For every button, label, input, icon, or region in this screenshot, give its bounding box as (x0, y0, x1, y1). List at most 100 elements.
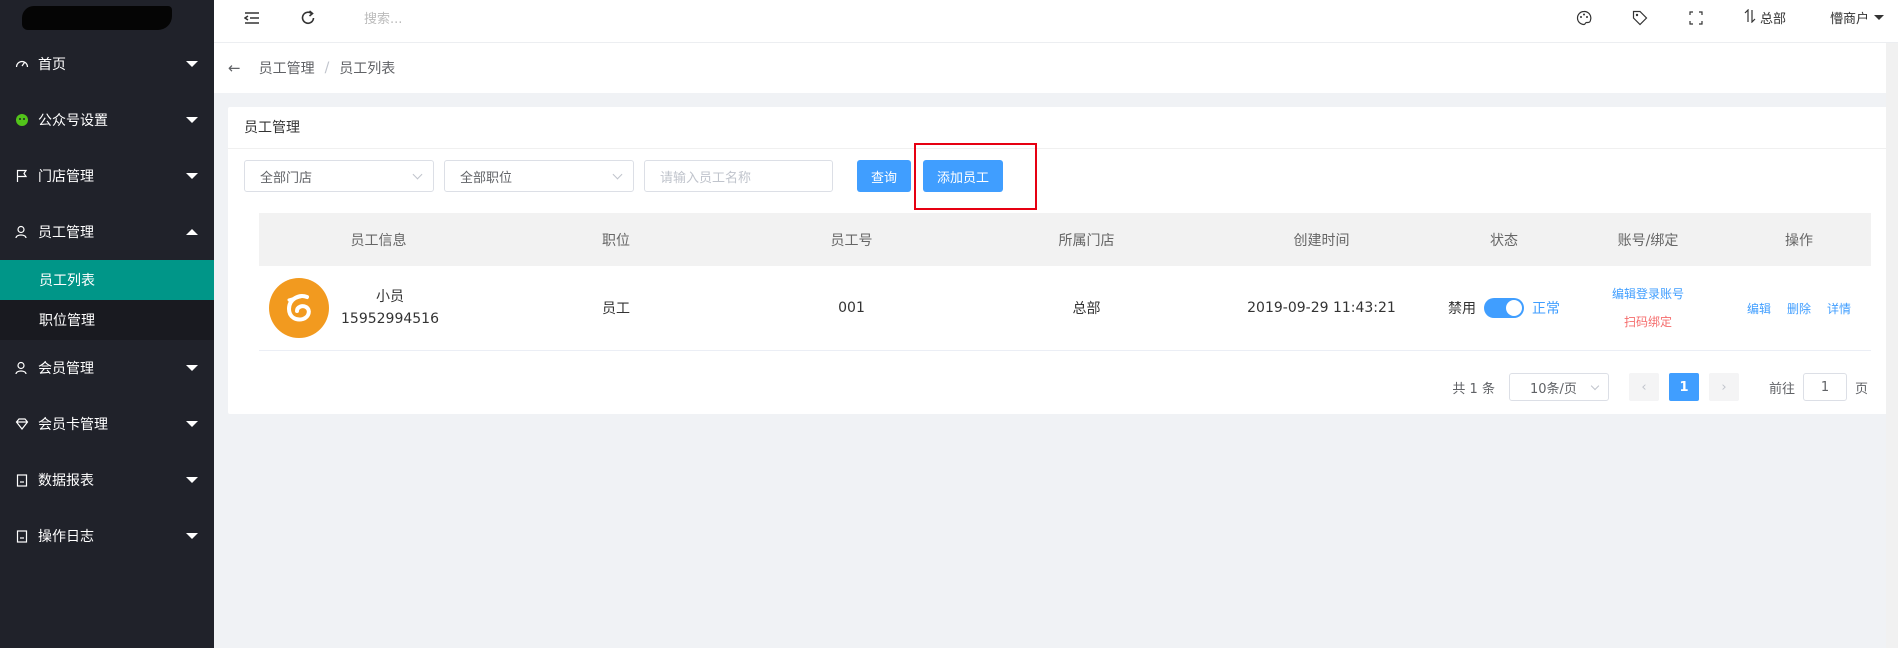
emp-no-cell: 001 (838, 300, 865, 316)
hq-label: 总部 (1760, 12, 1787, 27)
query-button[interactable]: 查询 (857, 160, 911, 192)
store-select[interactable]: 全部门店 (244, 160, 434, 192)
staff-info-cell: 小员 15952994516 (259, 278, 498, 338)
staff-name: 小员 (375, 289, 404, 305)
clipboard-icon (14, 472, 30, 488)
store-select-value: 全部门店 (260, 170, 313, 186)
sidebar-item-stores[interactable]: 门店管理 (0, 148, 214, 204)
dragon-logo-icon (286, 294, 311, 322)
dashboard-icon (14, 56, 30, 72)
flag-icon (14, 168, 30, 184)
sidebar-item-member-cards[interactable]: 会员卡管理 (0, 396, 214, 452)
status-off-label: 禁用 (1448, 301, 1476, 317)
total-count: 共 1 条 (1452, 381, 1495, 397)
chevron-down-icon (186, 117, 198, 123)
sidebar-item-home[interactable]: 首页 (0, 36, 214, 92)
page-size-value: 10条/页 (1529, 381, 1577, 397)
col-header: 员工信息 (350, 232, 407, 249)
fullscreen-icon[interactable] (1686, 8, 1706, 28)
switch-icon (1744, 8, 1756, 27)
sidebar-item-staff[interactable]: 员工管理 (0, 204, 214, 260)
staff-phone: 15952994516 (341, 311, 439, 327)
page-size-select[interactable]: 10条/页 (1508, 373, 1609, 401)
staff-name-input[interactable]: 请输入员工名称 (644, 160, 833, 192)
hq-switch[interactable]: 总部 (1744, 8, 1786, 27)
palette-icon[interactable] (1574, 8, 1594, 28)
chevron-down-icon (186, 61, 198, 67)
menu-fold-icon[interactable] (242, 8, 262, 28)
sidebar-subitem-staff-list[interactable]: 员工列表 (0, 260, 214, 300)
created-time-cell: 2019-09-29 11:43:21 (1247, 300, 1396, 316)
breadcrumb-item[interactable]: 员工管理 (259, 58, 315, 78)
chevron-down-icon (1874, 15, 1885, 20)
card-title: 员工管理 (228, 107, 1898, 149)
sidebar-item-logs[interactable]: 操作日志 (0, 508, 214, 564)
sidebar-item-reports[interactable]: 数据报表 (0, 452, 214, 508)
staff-name-placeholder: 请输入员工名称 (660, 170, 752, 186)
col-header: 账号/绑定 (1617, 232, 1679, 249)
chevron-down-icon (186, 533, 198, 539)
chevron-down-icon (612, 169, 623, 180)
refresh-icon[interactable] (298, 8, 318, 28)
sidebar-item-label: 首页 (38, 57, 66, 73)
search-input[interactable]: 搜索... (364, 8, 402, 27)
col-header: 创建时间 (1293, 232, 1350, 249)
highlight-box (914, 143, 1037, 210)
sidebar-item-members[interactable]: 会员管理 (0, 340, 214, 396)
status-toggle[interactable] (1484, 298, 1524, 318)
chevron-down-icon (412, 169, 423, 180)
edit-login-account-link[interactable]: 编辑登录账号 (1612, 280, 1684, 308)
chevron-down-icon (186, 173, 198, 179)
operations-cell: 编辑 删除 详情 (1727, 300, 1871, 317)
sidebar-item-label: 门店管理 (38, 169, 94, 185)
table-header: 员工信息 职位 员工号 所属门店 创建时间 状态 账号/绑定 操作 (259, 213, 1871, 266)
position-select-value: 全部职位 (460, 170, 513, 186)
filter-bar: 全部门店 全部职位 请输入员工名称 查询 添加员工 (244, 160, 1003, 192)
logo-redacted (22, 6, 172, 30)
status-on-label: 正常 (1532, 301, 1560, 317)
wechat-icon (14, 112, 30, 128)
edit-link[interactable]: 编辑 (1747, 300, 1771, 317)
table-row: 小员 15952994516 员工 001 总部 2019-09-29 11:4… (259, 266, 1871, 351)
back-arrow-icon[interactable]: ← (228, 59, 241, 77)
next-page-button[interactable]: › (1708, 373, 1739, 401)
sidebar: 首页 公众号设置 门店管理 员工管理 员工列表 职位管理 会员管理 会员卡管理 … (0, 0, 214, 648)
logo (0, 0, 214, 36)
chevron-down-icon (186, 477, 198, 483)
user-menu[interactable]: 懵商户 (1830, 8, 1885, 27)
chevron-down-icon (1590, 381, 1600, 391)
store-cell: 总部 (1072, 301, 1101, 317)
tag-icon[interactable] (1630, 8, 1650, 28)
position-cell: 员工 (602, 301, 630, 317)
scrollbar[interactable] (1886, 43, 1898, 648)
chevron-right-icon: › (1721, 379, 1727, 395)
delete-link[interactable]: 删除 (1787, 300, 1811, 317)
clipboard-icon (14, 528, 30, 544)
staff-table: 员工信息 职位 员工号 所属门店 创建时间 状态 账号/绑定 操作 小员 159… (259, 213, 1871, 351)
chevron-left-icon: ‹ (1641, 379, 1647, 395)
sidebar-item-label: 会员卡管理 (38, 417, 108, 433)
position-select[interactable]: 全部职位 (444, 160, 634, 192)
col-header: 操作 (1785, 232, 1813, 249)
prev-page-button[interactable]: ‹ (1628, 373, 1659, 401)
topbar: 搜索... 总部 懵商户 (214, 0, 1898, 43)
staff-info: 小员 15952994516 (341, 286, 439, 330)
diamond-icon (14, 416, 30, 432)
user-icon (14, 360, 30, 376)
sidebar-subitem-positions[interactable]: 职位管理 (0, 300, 214, 340)
detail-link[interactable]: 详情 (1827, 300, 1851, 317)
account-cell: 编辑登录账号 扫码绑定 (1569, 280, 1727, 336)
page-number-current[interactable]: 1 (1668, 373, 1699, 401)
scan-bind-link[interactable]: 扫码绑定 (1624, 308, 1672, 336)
goto-page-input[interactable]: 1 (1802, 373, 1847, 401)
sidebar-item-wechat[interactable]: 公众号设置 (0, 92, 214, 148)
staff-card: 员工管理 全部门店 全部职位 请输入员工名称 查询 添加员工 员工信息 职位 员… (228, 107, 1898, 414)
avatar (269, 278, 329, 338)
breadcrumb-current: 员工列表 (339, 61, 396, 77)
status-cell: 禁用 正常 (1439, 298, 1569, 318)
staff-submenu: 员工列表 职位管理 (0, 260, 214, 340)
sidebar-item-label: 员工管理 (38, 225, 94, 241)
goto-prefix: 前往 (1768, 381, 1795, 397)
user-icon (14, 224, 30, 240)
col-header: 所属门店 (1058, 232, 1115, 249)
